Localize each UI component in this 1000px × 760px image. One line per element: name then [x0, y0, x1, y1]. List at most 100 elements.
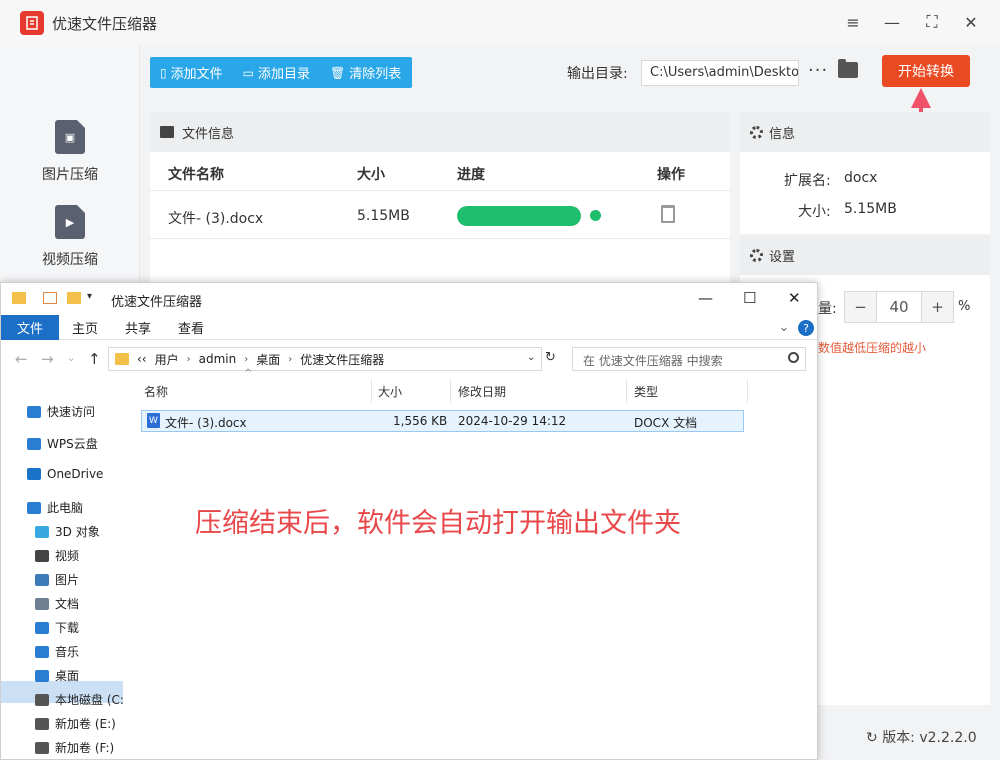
info-header: 信息	[740, 112, 990, 152]
check-icon	[590, 210, 601, 221]
delete-icon[interactable]	[661, 205, 675, 223]
info-panel: 信息 扩展名: docx 大小: 5.15MB	[740, 112, 990, 234]
maximize-button[interactable]: ☐	[743, 289, 756, 307]
nav-item-label: 桌面	[55, 669, 80, 683]
folder-icon	[12, 292, 26, 304]
file-name: 文件- (3).docx	[165, 416, 247, 430]
col-action: 操作	[657, 167, 685, 183]
forward-arrow-icon[interactable]: →	[41, 350, 54, 368]
breadcrumb-item[interactable]: admin	[199, 352, 237, 366]
address-dropdown-icon[interactable]: ⌄	[527, 352, 535, 363]
nav-item-label: 音乐	[55, 645, 80, 659]
close-button[interactable]: ✕	[788, 289, 801, 307]
download-icon	[35, 621, 49, 634]
help-icon[interactable]: ?	[798, 320, 814, 336]
nav-item[interactable]: 本地磁盘 (C:	[35, 691, 124, 708]
cloud-icon	[27, 437, 41, 450]
nav-item[interactable]: WPS云盘	[27, 435, 98, 452]
nav-item[interactable]: 快速访问	[27, 403, 95, 420]
folder-icon	[115, 353, 129, 365]
file-row[interactable]: W 文件- (3).docx 1,556 KB 2024-10-29 14:12…	[141, 410, 744, 432]
nav-item[interactable]: 下载	[35, 619, 79, 636]
breadcrumb-item[interactable]: 用户	[155, 351, 179, 368]
minimize-button[interactable]: —	[882, 12, 902, 32]
explorer-title-bar: ▾ 优速文件压缩器 — ☐ ✕	[1, 283, 817, 315]
back-arrow-icon[interactable]: ←	[15, 350, 28, 368]
add-file-button[interactable]: ▯ 添加文件	[150, 57, 233, 88]
sidebar-item-video-compress[interactable]: ▶ 视频压缩	[0, 205, 140, 285]
add-file-label: 添加文件	[170, 67, 223, 82]
document-icon	[35, 597, 49, 610]
quality-value[interactable]: 40	[876, 292, 922, 322]
breadcrumb-overflow[interactable]: ‹‹	[137, 352, 147, 366]
col-progress: 进度	[457, 167, 485, 183]
search-icon[interactable]	[788, 352, 799, 363]
nav-item[interactable]: 3D 对象	[35, 523, 100, 540]
quick-access-dropdown-icon[interactable]: ▾	[87, 291, 101, 303]
col-modified[interactable]: 修改日期	[458, 383, 506, 400]
star-icon	[27, 405, 41, 418]
refresh-icon[interactable]: ↻	[545, 350, 556, 365]
nav-item-label: 本地磁盘 (C:	[55, 693, 124, 707]
percent-unit: %	[958, 299, 971, 314]
address-bar[interactable]: ‹‹ 用户 › admin › 桌面 › 优速文件压缩器	[108, 347, 542, 371]
nav-item[interactable]: 新加卷 (F:)	[35, 739, 114, 756]
nav-item[interactable]: OneDrive	[27, 467, 103, 481]
search-input[interactable]: 在 优速文件压缩器 中搜索	[572, 347, 806, 371]
nav-item[interactable]: 此电脑	[27, 499, 83, 516]
col-type[interactable]: 类型	[634, 383, 658, 400]
settings-title: 设置	[769, 249, 796, 265]
nav-item-label: 新加卷 (F:)	[55, 741, 115, 755]
col-size[interactable]: 大小	[378, 383, 402, 400]
quality-label: 量:	[818, 301, 837, 317]
nav-item[interactable]: 图片	[35, 571, 79, 588]
refresh-icon[interactable]: ↻	[866, 730, 878, 746]
nav-item[interactable]: 桌面	[35, 667, 79, 684]
open-folder-icon[interactable]	[838, 59, 858, 78]
folder-icon: ▭	[242, 65, 254, 80]
tab-home[interactable]: 主页	[71, 315, 99, 340]
ribbon-expand-icon[interactable]: ⌄	[777, 315, 791, 340]
minimize-button[interactable]: —	[698, 289, 713, 307]
recent-dropdown-icon[interactable]: ⌄	[67, 353, 75, 364]
menu-icon[interactable]: ≡	[843, 12, 863, 32]
quality-stepper[interactable]: − 40 +	[844, 291, 954, 323]
col-name[interactable]: 名称	[144, 383, 168, 400]
breadcrumb-item[interactable]: 桌面	[256, 351, 280, 368]
maximize-button[interactable]: ⛶	[922, 12, 942, 32]
file-size-cell: 5.15MB	[357, 208, 410, 224]
decrement-button[interactable]: −	[845, 292, 876, 322]
tab-file[interactable]: 文件	[1, 315, 59, 340]
chevron-right-icon: ›	[244, 353, 249, 365]
tab-share[interactable]: 共享	[124, 315, 152, 340]
picture-icon	[35, 573, 49, 586]
divider	[150, 190, 730, 191]
clear-list-button[interactable]: 🗑 清除列表	[320, 57, 411, 88]
output-dir-input[interactable]: C:\Users\admin\Deskto	[641, 60, 799, 86]
increment-button[interactable]: +	[922, 292, 953, 322]
new-folder-icon[interactable]	[67, 292, 81, 304]
nav-item[interactable]: 文档	[35, 595, 79, 612]
nav-item-label: WPS云盘	[47, 437, 98, 451]
image-icon	[160, 126, 174, 138]
title-bar: 优速文件压缩器 ≡ — ⛶ ✕	[0, 0, 1000, 45]
start-convert-button[interactable]: 开始转换	[882, 55, 970, 87]
browse-more-button[interactable]: ···	[808, 60, 828, 81]
nav-item-label: 新加卷 (E:)	[55, 717, 116, 731]
nav-item[interactable]: 视频	[35, 547, 79, 564]
breadcrumb-item[interactable]: 优速文件压缩器	[300, 351, 384, 368]
add-dir-button[interactable]: ▭ 添加目录	[233, 57, 320, 88]
sidebar-item-image-compress[interactable]: ▣ 图片压缩	[0, 120, 140, 200]
close-button[interactable]: ✕	[961, 12, 981, 32]
properties-icon[interactable]	[43, 292, 57, 304]
file-size: 1,556 KB	[393, 414, 448, 428]
up-arrow-icon[interactable]: ↑	[88, 350, 101, 368]
nav-item[interactable]: 音乐	[35, 643, 79, 660]
annotation-text: 压缩结束后，软件会自动打开输出文件夹	[195, 508, 681, 539]
chevron-right-icon: ›	[186, 353, 191, 365]
nav-item[interactable]: 新加卷 (E:)	[35, 715, 116, 732]
explorer-title: 优速文件压缩器	[111, 295, 203, 310]
tab-view[interactable]: 查看	[177, 315, 205, 340]
version-info: ↻ 版本: v2.2.2.0	[866, 727, 977, 747]
settings-header: 设置	[740, 235, 990, 275]
